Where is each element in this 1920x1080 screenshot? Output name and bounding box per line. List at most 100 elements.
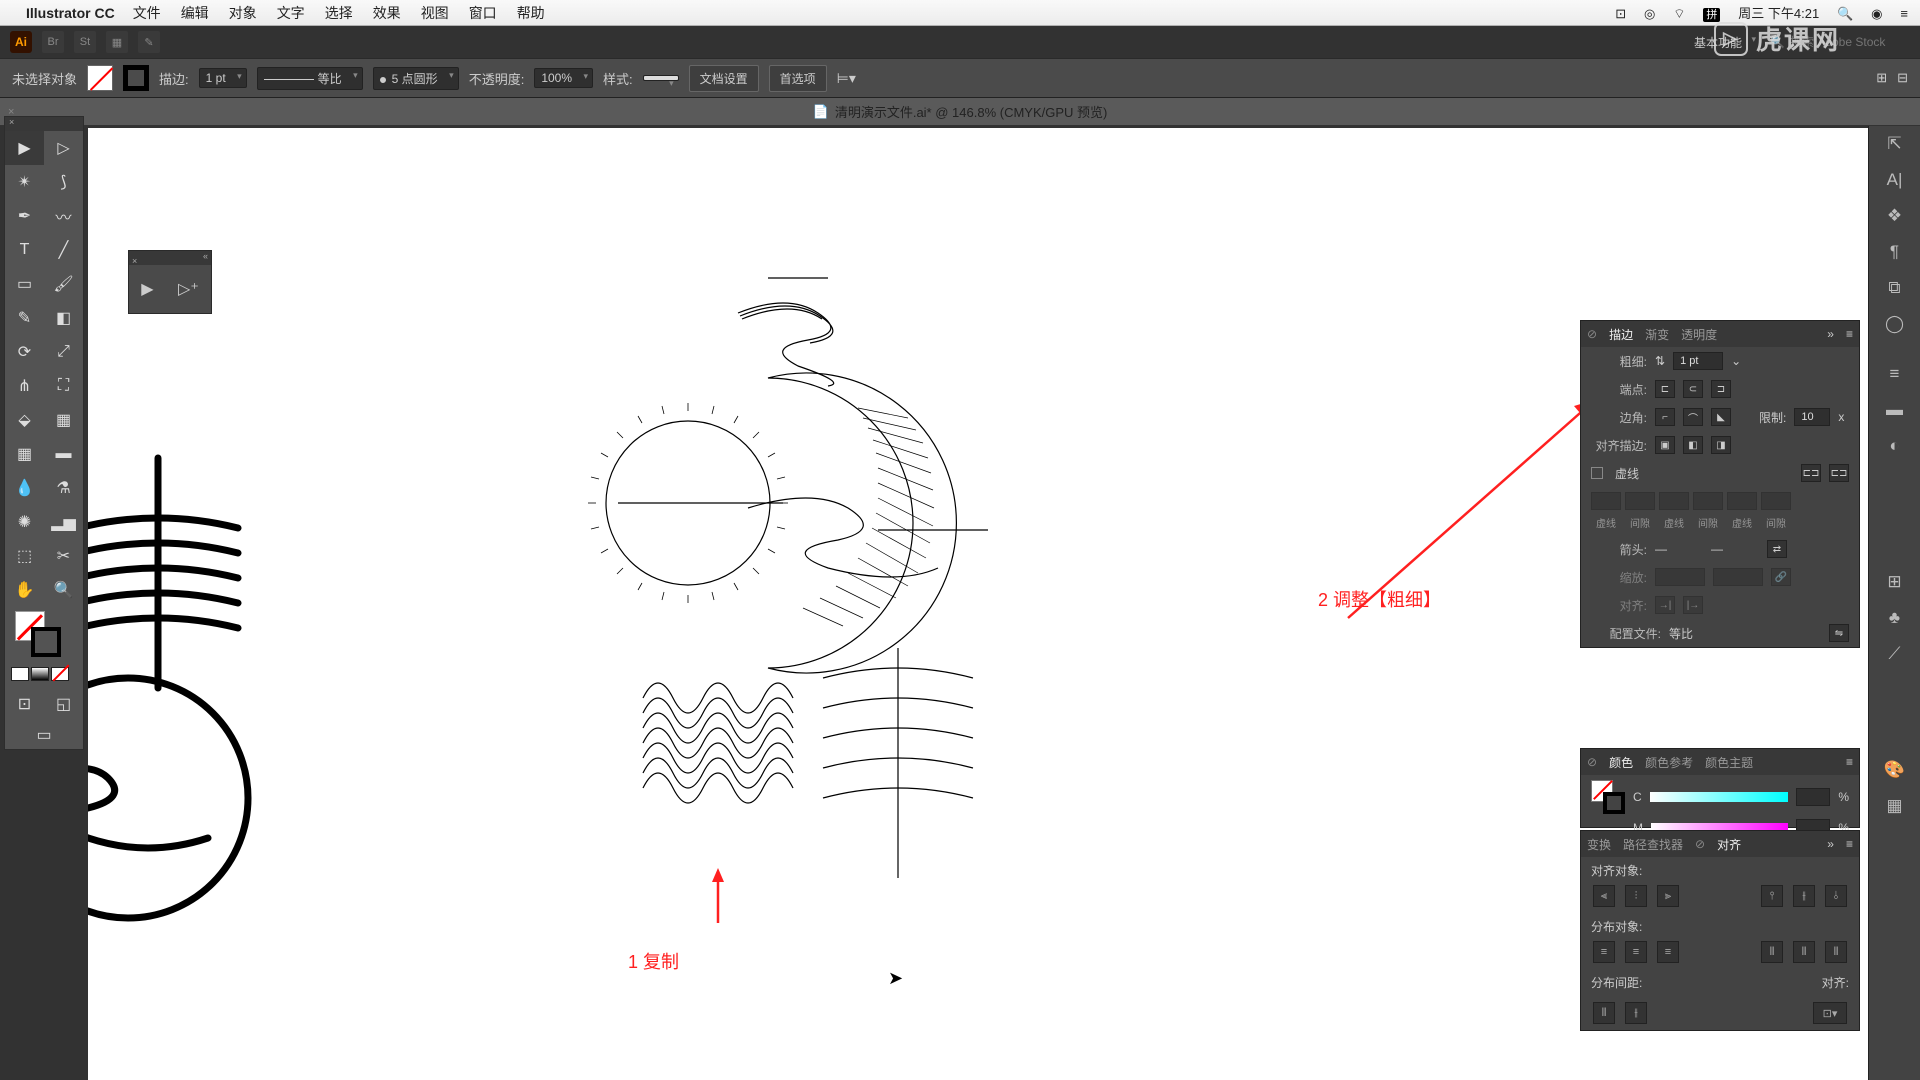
mesh-tool[interactable]: ▦ xyxy=(5,437,44,471)
profile-select[interactable]: 等比 xyxy=(1669,625,1821,642)
slice-tool[interactable]: ✂ xyxy=(44,539,83,573)
gpu-icon[interactable]: ✎ xyxy=(138,31,160,53)
scale-end[interactable] xyxy=(1713,568,1763,586)
graph-tool[interactable]: ▂▅ xyxy=(44,505,83,539)
style-select[interactable] xyxy=(643,75,679,81)
color-mode-gradient[interactable] xyxy=(31,667,49,681)
tools-close-icon[interactable]: × xyxy=(5,117,83,131)
rotate-tool[interactable]: ⟳ xyxy=(5,335,44,369)
color-guide-tab[interactable]: 颜色参考 xyxy=(1645,754,1693,771)
dist-right[interactable]: ⦀ xyxy=(1825,941,1847,963)
paintbrush-tool[interactable]: 🖌 xyxy=(44,267,83,301)
zoom-tool[interactable]: 🔍 xyxy=(44,573,83,607)
stroke-tab[interactable]: 描边 xyxy=(1609,326,1633,343)
c-slider[interactable] xyxy=(1650,792,1789,802)
floating-tool-panel[interactable]: ×« ▶▷⁺ xyxy=(128,250,212,314)
stock-icon[interactable]: St xyxy=(74,31,96,53)
c-input[interactable] xyxy=(1796,788,1830,806)
dash-3[interactable] xyxy=(1727,492,1757,510)
graphic-styles-icon[interactable]: ♣ xyxy=(1869,600,1920,636)
notification-icon[interactable]: ≡ xyxy=(1900,6,1908,21)
menu-type[interactable]: 文字 xyxy=(277,3,305,23)
shape-builder-tool[interactable]: ⬙ xyxy=(5,403,44,437)
appearance-icon[interactable]: ◯ xyxy=(1869,306,1920,342)
align-tab[interactable]: 对齐 xyxy=(1717,836,1741,853)
gap-2[interactable] xyxy=(1693,492,1723,510)
align-menu-icon[interactable]: ≡ xyxy=(1846,837,1853,851)
dist-vgap[interactable]: ⫴ xyxy=(1593,1002,1615,1024)
siri-icon[interactable]: ◉ xyxy=(1871,6,1882,21)
menu-view[interactable]: 视图 xyxy=(421,3,449,23)
arrow-start[interactable]: — xyxy=(1655,542,1703,556)
brushes-icon[interactable]: ◐ xyxy=(1869,428,1920,464)
align-outside[interactable]: ◨ xyxy=(1711,436,1731,454)
menu-help[interactable]: 帮助 xyxy=(517,3,545,23)
shaper-tool[interactable]: ✎ xyxy=(5,301,44,335)
color-mode-solid[interactable] xyxy=(11,667,29,681)
color-tab[interactable]: 颜色 xyxy=(1609,754,1633,771)
sync-icon[interactable]: ◎ xyxy=(1644,6,1655,21)
menu-object[interactable]: 对象 xyxy=(229,3,257,23)
floating-panel-header[interactable]: ×« xyxy=(129,251,211,265)
stroke-color[interactable] xyxy=(31,627,61,657)
layers-icon[interactable]: ❖ xyxy=(1869,198,1920,234)
align-end[interactable]: |→ xyxy=(1683,596,1703,614)
align-bottom[interactable]: ⫰ xyxy=(1825,885,1847,907)
bridge-icon[interactable]: Br xyxy=(42,31,64,53)
export-icon[interactable]: ⇱ xyxy=(1869,126,1920,162)
clock[interactable]: 周三 下午4:21 xyxy=(1738,6,1819,21)
stroke-weight-select[interactable]: 1 pt xyxy=(199,68,247,88)
align-vcenter[interactable]: ⫲ xyxy=(1793,885,1815,907)
spotlight-icon[interactable]: 🔍 xyxy=(1837,6,1853,21)
dist-top[interactable]: ≡ xyxy=(1593,941,1615,963)
dist-bottom[interactable]: ≡ xyxy=(1657,941,1679,963)
panel-collapse-icon[interactable]: » xyxy=(1827,327,1834,341)
align-collapse-icon[interactable]: » xyxy=(1827,837,1834,851)
arrow-end[interactable]: — xyxy=(1711,542,1759,556)
free-transform-tool[interactable]: ⛶ xyxy=(44,369,83,403)
lasso-tool[interactable]: ⟆ xyxy=(44,165,83,199)
menu-edit[interactable]: 编辑 xyxy=(181,3,209,23)
color-menu-icon[interactable]: ≡ xyxy=(1846,755,1853,769)
menu-file[interactable]: 文件 xyxy=(133,3,161,23)
transform-tab[interactable]: 变换 xyxy=(1587,836,1611,853)
dash-preserve[interactable]: ⊏⊐ xyxy=(1801,464,1821,482)
paragraph-icon[interactable]: ¶ xyxy=(1869,234,1920,270)
dash-1[interactable] xyxy=(1591,492,1621,510)
transform-icon[interactable]: ⊞ xyxy=(1876,70,1887,86)
symbols-icon[interactable]: ⊞ xyxy=(1869,564,1920,600)
align-top[interactable]: ⫯ xyxy=(1761,885,1783,907)
fill-stroke-swatches[interactable] xyxy=(5,607,83,667)
selection-tool-icon[interactable]: ▶ xyxy=(141,279,153,299)
align-center[interactable]: ▣ xyxy=(1655,436,1675,454)
pen-tool[interactable]: ✒ xyxy=(5,199,44,233)
wifi-icon[interactable]: ⌔ xyxy=(1673,6,1685,21)
magic-wand-tool[interactable]: ✴ xyxy=(5,165,44,199)
hand-tool[interactable]: ✋ xyxy=(5,573,44,607)
corner-bevel[interactable]: ◣ xyxy=(1711,408,1731,426)
align-to-selection[interactable]: ⊡▾ xyxy=(1813,1002,1847,1024)
swap-arrows[interactable]: ⇄ xyxy=(1767,540,1787,558)
color-theme-tab[interactable]: 颜色主题 xyxy=(1705,754,1753,771)
align-icon[interactable]: ⊨▾ xyxy=(837,70,856,87)
panel-menu-icon[interactable]: ≡ xyxy=(1846,327,1853,341)
fill-swatch[interactable] xyxy=(87,65,113,91)
cap-projecting[interactable]: ⊐ xyxy=(1711,380,1731,398)
opacity-select[interactable]: 100% xyxy=(534,68,593,88)
corner-round[interactable]: ⌒ xyxy=(1683,408,1703,426)
screencast-icon[interactable]: ⊡ xyxy=(1615,6,1626,21)
stroke-profile-select[interactable]: 等比 xyxy=(257,67,363,90)
direct-selection-tool[interactable]: ▷ xyxy=(44,131,83,165)
scale-tool[interactable]: ⤢ xyxy=(44,335,83,369)
rectangle-tool[interactable]: ▭ xyxy=(5,267,44,301)
brush-select[interactable]: 5 点圆形 xyxy=(373,67,459,90)
dashed-checkbox[interactable] xyxy=(1591,467,1603,479)
weight-input[interactable] xyxy=(1673,352,1723,370)
document-setup-button[interactable]: 文档设置 xyxy=(689,65,759,92)
dist-vcenter[interactable]: ≡ xyxy=(1625,941,1647,963)
stroke-icon2[interactable]: ⟋ xyxy=(1869,636,1920,672)
libraries-icon[interactable]: ⧉ xyxy=(1869,270,1920,306)
dist-hcenter[interactable]: ⦀ xyxy=(1793,941,1815,963)
swatches-icon[interactable]: ▬ xyxy=(1869,392,1920,428)
cap-butt[interactable]: ⊏ xyxy=(1655,380,1675,398)
